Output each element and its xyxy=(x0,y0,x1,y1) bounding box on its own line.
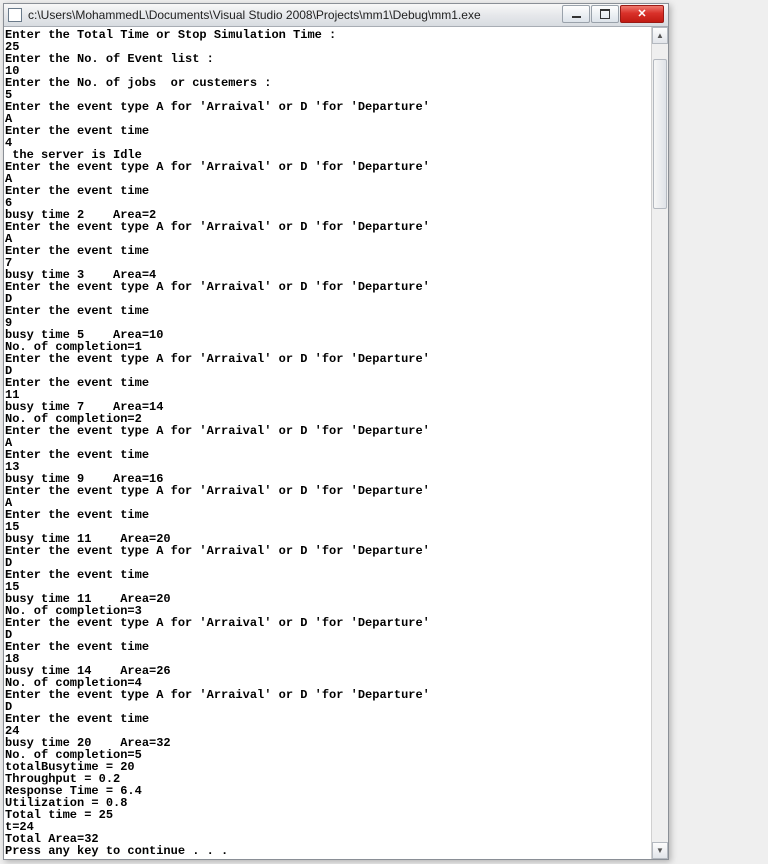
window-title: c:\Users\MohammedL\Documents\Visual Stud… xyxy=(28,8,561,22)
scroll-up-arrow-icon[interactable]: ▲ xyxy=(652,27,668,44)
close-button[interactable] xyxy=(620,5,664,23)
app-icon xyxy=(8,8,22,22)
maximize-button[interactable] xyxy=(591,5,619,23)
scrollbar-track[interactable] xyxy=(652,44,668,842)
title-bar[interactable]: c:\Users\MohammedL\Documents\Visual Stud… xyxy=(4,4,668,27)
console-output[interactable]: Enter the Total Time or Stop Simulation … xyxy=(4,27,651,859)
scroll-down-arrow-icon[interactable]: ▼ xyxy=(652,842,668,859)
window-controls xyxy=(561,5,664,25)
console-window: c:\Users\MohammedL\Documents\Visual Stud… xyxy=(3,3,669,860)
client-area: Enter the Total Time or Stop Simulation … xyxy=(4,27,668,859)
minimize-button[interactable] xyxy=(562,5,590,23)
vertical-scrollbar[interactable]: ▲ ▼ xyxy=(651,27,668,859)
scrollbar-thumb[interactable] xyxy=(653,59,667,209)
